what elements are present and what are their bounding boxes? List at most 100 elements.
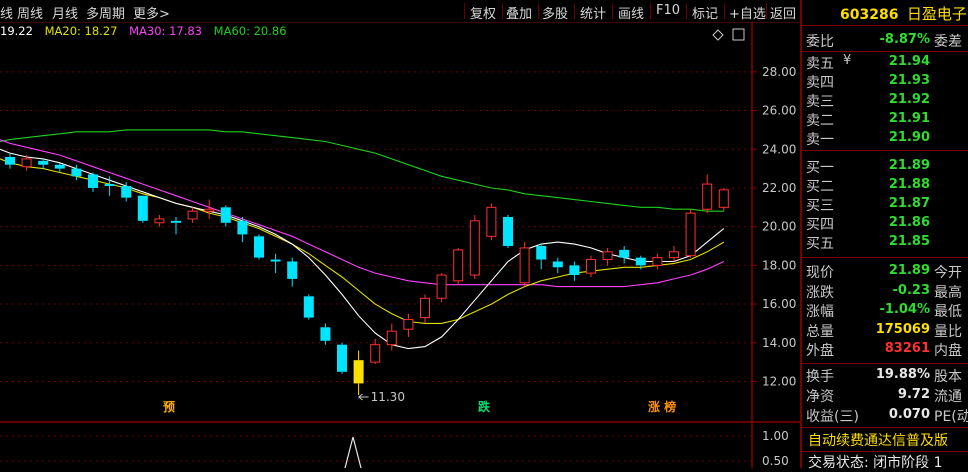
buy-level-row: 买二 21.88	[806, 176, 968, 195]
ma30-line	[0, 139, 725, 288]
buy-level-label: 买一	[806, 160, 834, 176]
statistics-button[interactable]: 统计	[580, 3, 606, 22]
candle-body-up	[669, 251, 679, 259]
candle-body-up	[718, 189, 729, 208]
sell-level-value: 21.91	[888, 111, 930, 126]
buy-level-value: 21.86	[888, 215, 930, 230]
separator	[502, 3, 503, 19]
fin-0-label: 换手	[806, 369, 834, 385]
candle-body-down	[536, 246, 547, 260]
tab-weekly[interactable]: 周线	[17, 3, 43, 22]
overlay-button[interactable]: 叠加	[506, 3, 532, 22]
low-price-label: 11.30	[371, 390, 405, 404]
candle-body-down	[5, 156, 15, 165]
candle-body-down	[254, 236, 264, 258]
stat-2-row: 涨幅 -1.04% 最低	[806, 301, 968, 320]
candle-body-down	[270, 259, 281, 262]
mark-button[interactable]: 标记	[692, 3, 718, 22]
sell-level-value: 21.93	[888, 73, 930, 88]
candle-body-up	[403, 319, 414, 330]
currency-label: ¥	[843, 53, 852, 68]
y-tick-label: 14.00	[762, 336, 796, 350]
candle-body-up	[602, 251, 613, 261]
sell-level-label: 卖一	[806, 132, 834, 148]
candle-body-up	[436, 274, 447, 299]
candle-body-up	[702, 183, 713, 210]
candle-body-up	[685, 212, 696, 257]
back-button[interactable]: 返回	[770, 3, 796, 22]
candle-body-up	[453, 249, 464, 282]
stat-2-label: 涨幅	[806, 304, 834, 320]
stat-3-value: 175069	[875, 321, 930, 337]
sub-tick-label: 1.00	[762, 429, 789, 443]
buy-level-row: 买五 21.85	[806, 233, 968, 252]
candlestick-chart[interactable]: 28.00 26.00 24.00 22.00 20.00 18.00 16.00 14.00…	[0, 22, 800, 468]
chart-toolbar: 线 周线 月线 多周期 更多> 复权 叠加 多股 统计 画线 F10 标记 +自…	[0, 0, 800, 23]
candle-body-down	[38, 160, 49, 165]
candle-body-down	[121, 186, 132, 198]
y-tick-label: 16.00	[762, 297, 796, 311]
stat-4-label: 外盘	[806, 343, 834, 359]
f10-button[interactable]: F10	[656, 3, 680, 18]
divider	[802, 150, 968, 151]
stat-0-extra-label: 今开	[934, 265, 962, 281]
candle-body-up	[469, 220, 480, 276]
draw-line-button[interactable]: 画线	[618, 3, 644, 22]
stat-4-row: 外盘 83261 内盘	[806, 340, 968, 359]
stat-1-row: 涨跌 -0.23 最高	[806, 282, 968, 301]
buy-level-label: 买三	[806, 198, 834, 214]
candle-body-low	[353, 360, 364, 384]
y-tick-label: 24.00	[762, 142, 796, 156]
weibi-value: -8.87%	[879, 32, 931, 47]
stock-name: 日盈电子	[906, 5, 967, 23]
sell-level-value: 21.94	[888, 54, 930, 69]
fin-1-row: 净资 9.72 流通	[806, 386, 968, 405]
divider	[802, 363, 968, 364]
multi-stock-button[interactable]: 多股	[542, 3, 568, 22]
y-tick-label: 12.00	[762, 374, 796, 388]
diamond-icon	[712, 29, 724, 41]
fin-1-label: 净资	[806, 389, 834, 405]
news-ticker[interactable]: 自动续费通达信普及版	[808, 430, 948, 449]
quote-panel: 603286 日盈电子 委比 -8.87% 委差 卖五 21.94 ¥ 卖四 21.93…	[800, 0, 968, 471]
more-button[interactable]: 更多>	[133, 3, 170, 22]
sell-level-row: 卖四 21.93	[806, 72, 968, 91]
separator	[766, 3, 767, 19]
candle-body-down	[88, 174, 98, 188]
separator	[538, 3, 539, 19]
candle-body-up	[370, 344, 381, 363]
ma20-line	[0, 158, 725, 324]
divider	[802, 257, 968, 258]
restore-rights-button[interactable]: 复权	[470, 3, 496, 22]
y-tick-label: 18.00	[762, 258, 796, 272]
candle-body-up	[204, 208, 215, 212]
event-marker: 跌	[478, 399, 491, 414]
y-tick-label: 20.00	[762, 220, 796, 234]
candle-body-down	[320, 327, 331, 341]
candle-body-up	[519, 247, 530, 284]
buy-level-label: 买二	[806, 179, 834, 195]
candle-body-down	[137, 195, 148, 221]
sell-level-row: 卖一 21.90	[806, 129, 968, 148]
fin-0-row: 换手 19.88% 股本	[806, 366, 968, 385]
candle-body-up	[486, 206, 497, 237]
event-marker: 涨 榜	[648, 399, 676, 414]
stock-header: 603286 日盈电子	[840, 3, 967, 23]
candle-body-down	[337, 344, 347, 372]
fin-1-extra-label: 流通	[934, 389, 962, 405]
stat-0-label: 现价	[806, 265, 834, 281]
candle-body-down	[503, 216, 513, 247]
separator	[724, 3, 725, 19]
sell-level-row: 卖二 21.91	[806, 110, 968, 129]
candle-body-down	[220, 207, 231, 223]
stat-1-value: -0.23	[892, 282, 930, 298]
weicha-label: 委差	[934, 34, 962, 50]
sell-level-value: 21.90	[888, 130, 930, 145]
stat-2-value: -1.04%	[879, 302, 931, 317]
candle-body-up	[586, 259, 596, 274]
tab-monthly[interactable]: 月线	[52, 3, 78, 22]
tab-multi-period[interactable]: 多周期	[86, 3, 125, 22]
add-watchlist-button[interactable]: +自选	[729, 3, 766, 22]
stat-0-row: 现价 21.89 今开	[806, 262, 968, 281]
tab-daily[interactable]: 线	[0, 3, 13, 22]
